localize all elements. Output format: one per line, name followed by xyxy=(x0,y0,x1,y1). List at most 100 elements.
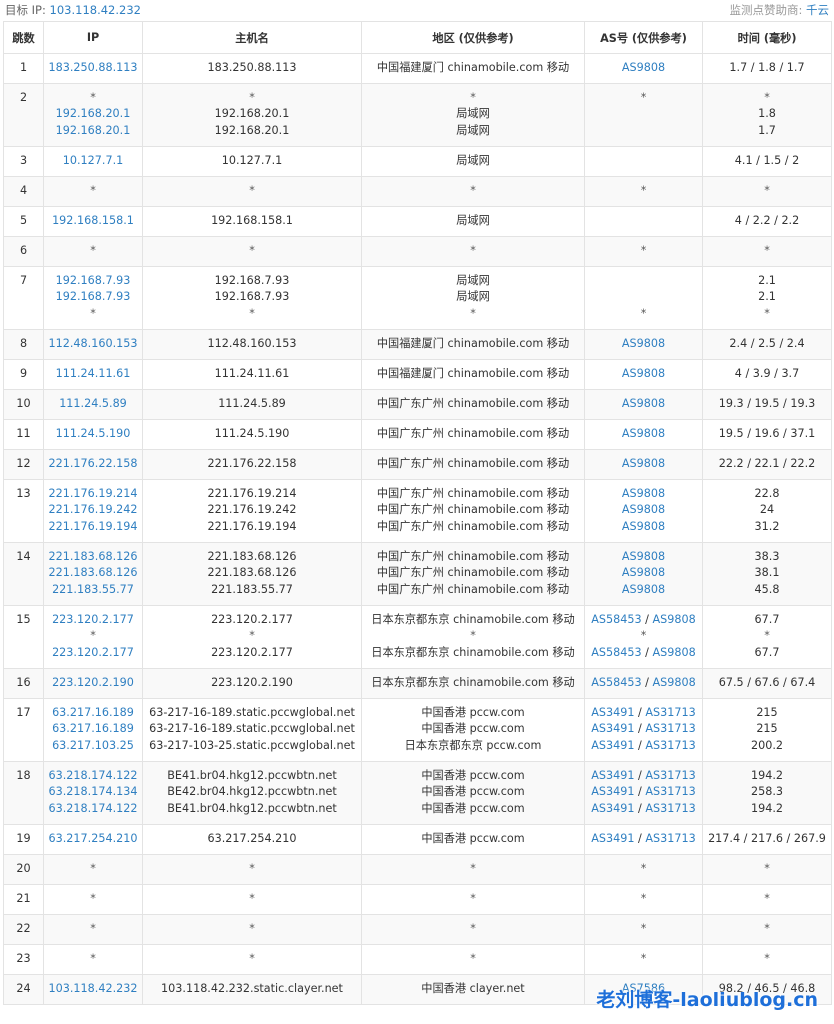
as-line: * xyxy=(585,243,702,260)
hostname: 192.168.20.1 xyxy=(214,123,290,137)
ip-address[interactable]: 111.24.11.61 xyxy=(44,366,142,383)
as-number-link[interactable]: AS3491 xyxy=(591,722,634,735)
ip-address[interactable]: 221.176.19.242 xyxy=(44,502,142,519)
as-number-link[interactable]: AS9808 xyxy=(653,613,696,626)
hostname-cell: BE41.br04.hkg12.pccwbtn.net BE42.br04.hkg… xyxy=(142,761,362,825)
timeout-marker: * xyxy=(249,183,255,197)
ip-address[interactable]: 63.218.174.134 xyxy=(44,784,142,801)
ip-address[interactable]: 111.24.5.89 xyxy=(44,396,142,413)
ip-address[interactable]: 221.176.19.194 xyxy=(44,519,142,536)
as-number-link[interactable]: AS9808 xyxy=(653,676,696,689)
as-line: AS58453 / AS9808 xyxy=(585,612,702,629)
as-number-link[interactable]: AS9808 xyxy=(622,367,665,380)
as-number-link[interactable]: AS9808 xyxy=(622,61,665,74)
timeout-marker: * xyxy=(470,629,476,642)
ip-address[interactable]: 221.176.22.158 xyxy=(44,456,142,473)
ip-address[interactable]: 63.218.174.122 xyxy=(44,801,142,818)
table-row: 22 * * * * * xyxy=(3,914,832,945)
hostname-cell: * xyxy=(142,854,362,885)
as-number-link[interactable]: AS58453 xyxy=(591,676,641,689)
as-cell: AS58453 / AS9808 * AS58453 / AS9808 xyxy=(584,605,703,669)
hostname: 221.176.19.242 xyxy=(207,503,297,516)
ip-address-cell: * 192.168.20.1 192.168.20.1 xyxy=(43,83,143,147)
as-number-link[interactable]: AS31713 xyxy=(645,785,695,798)
target-label: 目标 IP: xyxy=(5,3,46,17)
timeout-marker: * xyxy=(249,90,255,104)
ip-address[interactable]: 112.48.160.153 xyxy=(44,336,142,353)
as-line xyxy=(585,123,702,140)
as-number-link[interactable]: AS9808 xyxy=(622,427,665,440)
as-cell: AS58453 / AS9808 xyxy=(584,668,703,699)
as-number-link[interactable]: AS31713 xyxy=(645,722,695,735)
as-number-link[interactable]: AS9808 xyxy=(622,457,665,470)
as-number-link[interactable]: AS31713 xyxy=(645,802,695,815)
region: 中国广东广州 chinamobile.com 移动 xyxy=(376,426,570,440)
as-number-link[interactable]: AS3491 xyxy=(591,769,634,782)
as-number-link[interactable]: AS3491 xyxy=(591,739,634,752)
as-number-link[interactable]: AS3491 xyxy=(591,802,634,815)
table-row: 21 * * * * * xyxy=(3,884,832,915)
as-number-link[interactable]: AS3491 xyxy=(591,785,634,798)
region: 日本东京都东京 chinamobile.com 移动 xyxy=(371,612,575,626)
ip-address[interactable]: 221.176.19.214 xyxy=(44,486,142,503)
ip-address[interactable]: 192.168.20.1 xyxy=(44,106,142,123)
as-number-link[interactable]: AS31713 xyxy=(645,706,695,719)
target-ip[interactable]: 103.118.42.232 xyxy=(50,3,141,17)
as-number-link[interactable]: AS9808 xyxy=(622,487,665,500)
as-number-link[interactable]: AS9808 xyxy=(622,566,665,579)
as-number-link[interactable]: AS9808 xyxy=(622,520,665,533)
region: 中国广东广州 chinamobile.com 移动 xyxy=(376,566,570,579)
hostname-cell: 112.48.160.153 xyxy=(142,329,362,360)
as-number-link[interactable]: AS31713 xyxy=(645,832,695,845)
as-number-link[interactable]: AS31713 xyxy=(645,739,695,752)
latency: 215 xyxy=(756,705,778,719)
ip-address[interactable]: 192.168.7.93 xyxy=(44,273,142,290)
latency-cell: * xyxy=(702,176,832,207)
region-cell: 中国广东广州 chinamobile.com 移动 中国广东广州 chinamob… xyxy=(361,479,585,543)
as-number-link[interactable]: AS9808 xyxy=(622,397,665,410)
ip-address[interactable]: 192.168.7.93 xyxy=(44,289,142,306)
as-cell: * xyxy=(584,884,703,915)
hostname-cell: 103.118.42.232.static.clayer.net xyxy=(142,974,362,1005)
latency: 22.8 xyxy=(754,486,780,500)
as-number-link[interactable]: AS58453 xyxy=(591,646,641,659)
latency: 22.2 / 22.1 / 22.2 xyxy=(718,456,816,470)
ip-address[interactable]: 63.217.254.210 xyxy=(44,831,142,848)
latency: 217.4 / 217.6 / 267.9 xyxy=(708,831,826,845)
ip-address[interactable]: 10.127.7.1 xyxy=(44,153,142,170)
as-number-link[interactable]: AS31713 xyxy=(645,769,695,782)
hostname: 111.24.11.61 xyxy=(214,366,290,380)
ip-address[interactable]: 103.118.42.232 xyxy=(44,981,142,998)
ip-address[interactable]: 223.120.2.177 xyxy=(44,612,142,629)
ip-address[interactable]: 63.217.103.25 xyxy=(44,738,142,755)
ip-address[interactable]: 192.168.20.1 xyxy=(44,123,142,140)
hostname-cell: 63.217.254.210 xyxy=(142,824,362,855)
as-number-link[interactable]: AS58453 xyxy=(591,613,641,626)
ip-address[interactable]: 223.120.2.190 xyxy=(44,675,142,692)
ip-address[interactable]: 183.250.88.113 xyxy=(44,60,142,77)
as-separator: / xyxy=(634,785,646,798)
ip-address[interactable]: 63.217.16.189 xyxy=(44,705,142,722)
as-number-link[interactable]: AS9808 xyxy=(622,550,665,563)
as-number-link[interactable]: AS9808 xyxy=(622,503,665,516)
ip-address[interactable]: 221.183.68.126 xyxy=(44,549,142,566)
as-number-link[interactable]: AS3491 xyxy=(591,706,634,719)
sponsor-link[interactable]: 千云 xyxy=(806,3,829,17)
table-row: 14 221.183.68.126 221.183.68.126 221.183.55… xyxy=(3,542,832,606)
ip-address[interactable]: 221.183.68.126 xyxy=(44,565,142,582)
ip-address[interactable]: 221.183.55.77 xyxy=(44,582,142,599)
ip-address[interactable]: 111.24.5.190 xyxy=(44,426,142,443)
ip-address[interactable]: 63.217.16.189 xyxy=(44,721,142,738)
hostname-cell: * 192.168.20.1 192.168.20.1 xyxy=(142,83,362,147)
as-number-link[interactable]: AS9808 xyxy=(622,583,665,596)
ip-address[interactable]: 192.168.158.1 xyxy=(44,213,142,230)
ip-address[interactable]: 63.218.174.122 xyxy=(44,768,142,785)
timeout-marker: * xyxy=(249,891,255,905)
region-cell: * xyxy=(361,236,585,267)
as-number-link[interactable]: AS9808 xyxy=(653,646,696,659)
as-number-link[interactable]: AS3491 xyxy=(591,832,634,845)
traceroute-table: 跳数 IP 主机名 地区 (仅供参考) AS号 (仅供参考) 时间 (毫秒) 1… xyxy=(3,21,832,1005)
table-row: 12 221.176.22.158 221.176.22.158 中国广东广州 chi… xyxy=(3,449,832,480)
as-number-link[interactable]: AS9808 xyxy=(622,337,665,350)
ip-address[interactable]: 223.120.2.177 xyxy=(44,645,142,662)
